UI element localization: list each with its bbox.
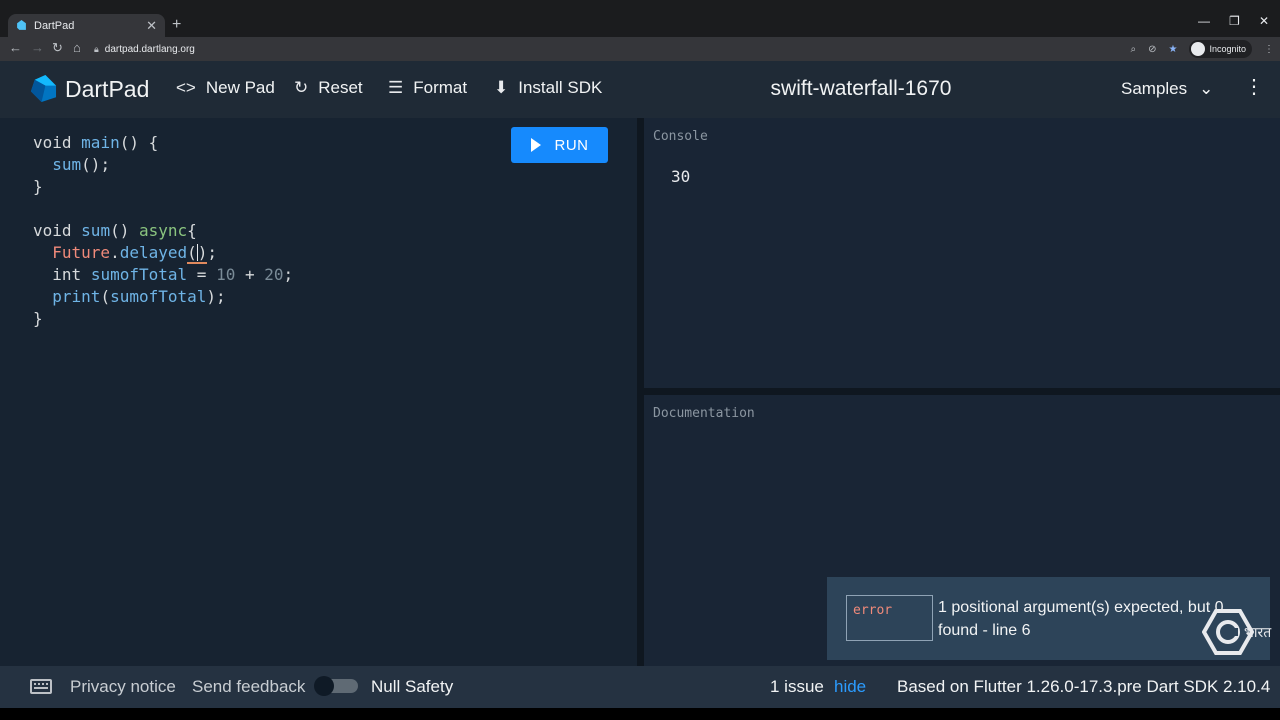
- reload-icon[interactable]: ↻: [52, 40, 63, 56]
- new-tab-button[interactable]: +: [172, 16, 181, 34]
- code-token: ): [197, 243, 208, 262]
- run-button[interactable]: RUN: [511, 127, 608, 163]
- app-header: DartPad <> New Pad ↻ Reset ☰ Format ⬇ In…: [0, 61, 1280, 118]
- browser-toolbar: ← → ↻ ⌂ 🔒︎ dartpad.dartlang.org ⌕ ⊘ ★ In…: [0, 37, 1280, 61]
- code-token: sum: [52, 155, 82, 174]
- lock-icon: 🔒︎: [94, 43, 99, 54]
- tab-title: DartPad: [34, 19, 75, 32]
- error-squiggle: (): [187, 243, 208, 264]
- forward-arrow-icon[interactable]: →: [31, 40, 44, 55]
- browser-tab-strip: DartPad ✕ + — ❐ ✕: [0, 0, 1280, 37]
- browser-menu-icon[interactable]: ⋮: [1264, 44, 1274, 55]
- code-content[interactable]: void main() { sum(); } void sum() async{…: [33, 132, 293, 330]
- code-token: {: [187, 221, 197, 240]
- code-token: (: [100, 287, 111, 306]
- format-label: Format: [413, 78, 468, 97]
- code-token: }: [33, 309, 43, 328]
- code-token: sumofTotal: [90, 265, 188, 284]
- code-token: main: [81, 133, 120, 152]
- sdk-version-info: Based on Flutter 1.26.0-17.3.pre Dart SD…: [897, 677, 1271, 696]
- tab-close-icon[interactable]: ✕: [146, 18, 157, 34]
- vertical-splitter[interactable]: [637, 118, 644, 666]
- hide-issues-link[interactable]: hide: [834, 677, 866, 697]
- console-output: 30: [671, 167, 691, 186]
- code-token: ();: [81, 155, 111, 174]
- code-token: +: [244, 265, 255, 284]
- more-menu-icon[interactable]: ⋮: [1244, 77, 1264, 97]
- code-token: () {: [119, 133, 159, 152]
- code-token: Future: [52, 243, 111, 262]
- incognito-icon: [1191, 42, 1206, 56]
- console-label: Console: [653, 129, 708, 144]
- code-token: (): [110, 221, 130, 240]
- chevron-down-icon: ⌄: [1199, 79, 1214, 98]
- code-token: delayed: [119, 243, 188, 262]
- format-button[interactable]: ☰ Format: [388, 78, 467, 98]
- code-token: ;: [283, 265, 294, 284]
- toolbar-actions: ⌕ ⊘ ★ Incognito ⋮: [1131, 39, 1274, 59]
- reset-button[interactable]: ↻ Reset: [294, 78, 363, 98]
- keyboard-icon[interactable]: [30, 679, 52, 694]
- toggle-knob: [314, 676, 334, 696]
- back-arrow-icon[interactable]: ←: [9, 40, 22, 55]
- close-window-icon[interactable]: ✕: [1259, 14, 1269, 28]
- code-editor[interactable]: void main() { sum(); } void sum() async{…: [0, 118, 637, 666]
- code-token: 20: [264, 265, 284, 284]
- code-token: 10: [216, 265, 236, 284]
- incognito-badge[interactable]: Incognito: [1189, 40, 1252, 58]
- code-token: sumofTotal: [110, 287, 207, 306]
- privacy-notice-link[interactable]: Privacy notice: [70, 677, 176, 697]
- run-label: RUN: [554, 136, 589, 154]
- browser-tab[interactable]: DartPad ✕: [8, 14, 165, 37]
- format-lines-icon: ☰: [388, 78, 404, 97]
- samples-dropdown[interactable]: Samples ⌄: [1121, 79, 1213, 99]
- code-brackets-icon: <>: [176, 78, 196, 97]
- code-token: ;: [207, 243, 218, 262]
- download-icon: ⬇: [494, 78, 509, 97]
- play-icon: [530, 138, 541, 152]
- dart-logo-icon: [30, 74, 57, 103]
- watermark-text: भारत: [1244, 624, 1272, 640]
- new-pad-label: New Pad: [205, 78, 275, 97]
- documentation-label: Documentation: [653, 406, 755, 421]
- code-token: print: [52, 287, 101, 306]
- code-token: async: [138, 221, 188, 240]
- bottom-edge: [0, 708, 1280, 720]
- status-footer: Privacy notice Send feedback Null Safety…: [0, 666, 1280, 708]
- install-sdk-label: Install SDK: [518, 78, 603, 97]
- new-pad-button[interactable]: <> New Pad: [176, 78, 275, 98]
- eye-off-icon[interactable]: ⊘: [1148, 44, 1156, 55]
- horizontal-splitter[interactable]: [644, 388, 1280, 395]
- reset-label: Reset: [318, 78, 363, 97]
- code-token: sum: [81, 221, 111, 240]
- home-icon[interactable]: ⌂: [73, 40, 81, 55]
- incognito-label: Incognito: [1209, 44, 1246, 54]
- bookmark-star-icon[interactable]: ★: [1169, 44, 1178, 55]
- code-token: void: [33, 221, 72, 240]
- dartpad-favicon-icon: [17, 20, 26, 30]
- install-sdk-button[interactable]: ⬇ Install SDK: [494, 78, 602, 98]
- send-feedback-link[interactable]: Send feedback: [192, 677, 305, 697]
- code-token: =: [196, 265, 207, 284]
- issue-severity-badge: error: [846, 595, 933, 641]
- issue-message: 1 positional argument(s) expected, but 0…: [938, 599, 1224, 639]
- code-token: int: [52, 265, 82, 284]
- code-token: }: [33, 177, 43, 196]
- code-token: (: [187, 243, 197, 262]
- console-panel: Console 30: [644, 118, 1280, 388]
- samples-label: Samples: [1121, 79, 1188, 98]
- code-token: .: [110, 243, 120, 262]
- brand-name: DartPad: [65, 76, 150, 102]
- minimize-icon[interactable]: —: [1198, 14, 1210, 28]
- address-bar[interactable]: 🔒︎ dartpad.dartlang.org: [94, 39, 1280, 59]
- null-safety-label: Null Safety: [371, 677, 454, 696]
- refresh-icon: ↻: [294, 78, 309, 97]
- zoom-icon[interactable]: ⌕: [1131, 44, 1137, 55]
- null-safety-toggle[interactable]: [314, 676, 359, 696]
- url-text: dartpad.dartlang.org: [104, 43, 195, 55]
- code-token: void: [33, 133, 72, 152]
- issues-count[interactable]: 1 issue: [770, 677, 824, 697]
- restore-icon[interactable]: ❐: [1229, 14, 1240, 28]
- code-token: );: [206, 287, 226, 306]
